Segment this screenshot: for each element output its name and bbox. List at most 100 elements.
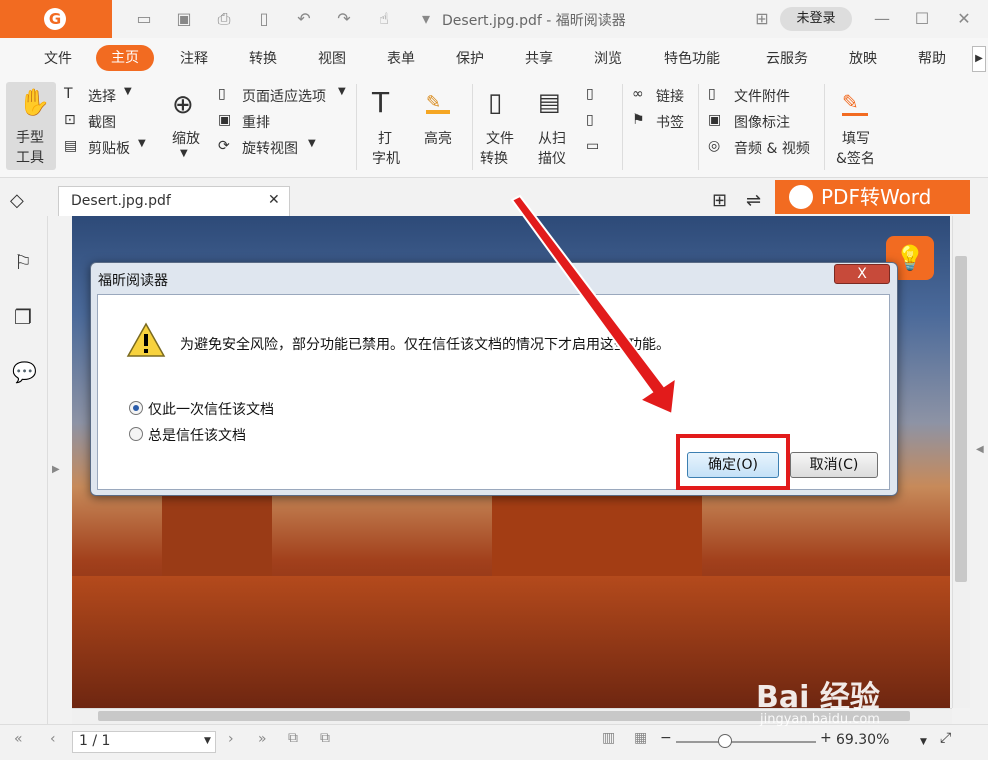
trust-once-radio[interactable] (129, 401, 143, 415)
menu-cloud[interactable]: 云服务 (766, 48, 808, 68)
select-text-icon: T (64, 86, 73, 102)
file-attachment-button[interactable]: 文件附件 (734, 86, 790, 106)
zoom-out-icon[interactable]: − (660, 730, 672, 746)
audio-video-button[interactable]: 音频 & 视频 (734, 138, 810, 158)
zoom-slider-handle[interactable] (718, 734, 732, 748)
trust-always-radio[interactable] (129, 427, 143, 441)
last-page-icon[interactable]: » (258, 731, 267, 747)
baidu-watermark-url: jingyan.baidu.com (760, 712, 880, 727)
more-pages-icon[interactable]: ▭ (586, 138, 599, 154)
maximize-icon[interactable]: ☐ (912, 9, 932, 29)
fill-sign-label-1[interactable]: 填写 (842, 128, 870, 148)
vertical-scroll-thumb[interactable] (955, 256, 967, 582)
cancel-button[interactable]: 取消(C) (790, 452, 878, 478)
menu-share[interactable]: 共享 (525, 48, 553, 68)
next-view-icon[interactable]: ⧉ (320, 730, 330, 746)
clipboard-button[interactable]: 剪贴板 (88, 138, 130, 158)
fullscreen-icon[interactable]: ⤢ (940, 730, 951, 746)
expand-sidebar-icon[interactable]: ▶ (52, 464, 60, 475)
page-dropdown-icon[interactable]: ▼ (204, 736, 211, 746)
menu-browse[interactable]: 浏览 (594, 48, 622, 68)
minimize-icon[interactable]: — (872, 9, 892, 29)
pdf-to-word-label: PDF转Word (821, 185, 932, 209)
image-annotation-button[interactable]: 图像标注 (734, 112, 790, 132)
file-convert-icon: ▯ (488, 88, 503, 118)
typewriter-label-2[interactable]: 字机 (372, 148, 400, 168)
image-annotation-icon: ▣ (708, 112, 722, 128)
clipboard-icon: ▤ (64, 138, 78, 154)
gift-icon[interactable]: ⊞ (752, 9, 772, 29)
pdf-to-word-banner[interactable]: PDF转Word (775, 180, 970, 214)
quick-access-dropdown-icon[interactable]: ▾ (416, 9, 436, 29)
single-page-icon[interactable]: ▥ (602, 730, 615, 746)
menu-comment[interactable]: 注释 (180, 48, 208, 68)
first-page-icon[interactable]: « (14, 731, 23, 747)
close-window-icon[interactable]: ✕ (954, 9, 974, 29)
typewriter-label-1[interactable]: 打 (378, 128, 392, 148)
screenshot-button[interactable]: 截图 (88, 112, 116, 132)
menu-convert[interactable]: 转换 (249, 48, 277, 68)
zoom-in-icon[interactable]: + (820, 730, 832, 746)
fill-sign-label-2[interactable]: &签名 (836, 148, 875, 168)
zoom-dropdown-icon[interactable]: ▼ (920, 737, 927, 747)
new-file-icon[interactable]: ▯ (254, 9, 274, 29)
page-number-input[interactable]: 1 / 1 (72, 731, 216, 753)
scanner-label-1[interactable]: 从扫 (538, 128, 566, 148)
menu-scroll-right-icon[interactable]: ▶ (972, 46, 986, 72)
reflow-button[interactable]: 重排 (242, 112, 270, 132)
zoom-button[interactable]: 缩放 (172, 128, 200, 148)
file-convert-label-1[interactable]: 文件 (486, 128, 514, 148)
menu-slideshow[interactable]: 放映 (849, 48, 877, 68)
hand-dropdown-icon[interactable]: ☝ (374, 9, 394, 29)
zoom-dropdown-icon[interactable]: ▼ (180, 148, 188, 159)
close-tab-icon[interactable]: ✕ (268, 192, 280, 208)
clipboard-dropdown-icon[interactable]: ▼ (138, 138, 146, 149)
fit-options-button[interactable]: 页面适应选项 (242, 86, 326, 106)
rotate-dropdown-icon[interactable]: ▼ (308, 138, 316, 149)
redo-icon[interactable]: ↷ (334, 9, 354, 29)
menu-home[interactable]: 主页 (96, 45, 154, 71)
select-dropdown-icon[interactable]: ▼ (124, 86, 132, 97)
save-icon[interactable]: ▣ (174, 9, 194, 29)
next-page-icon[interactable]: › (228, 731, 234, 747)
right-panel-toggle-icon[interactable]: ◀ (976, 444, 984, 455)
two-page-icon[interactable]: ▦ (634, 730, 647, 746)
menu-help[interactable]: 帮助 (918, 48, 946, 68)
highlight-button[interactable]: 高亮 (424, 128, 452, 148)
menu-features[interactable]: 特色功能 (664, 48, 720, 68)
login-button[interactable]: 未登录 (780, 7, 852, 31)
document-tab[interactable]: Desert.jpg.pdf (58, 186, 290, 216)
add-page-icon[interactable]: ▯ (586, 112, 594, 128)
dialog-close-button[interactable]: X (834, 264, 890, 284)
eraser-icon[interactable]: ◇ (10, 190, 24, 211)
print-icon[interactable]: ⎙ (214, 9, 234, 29)
menu-view[interactable]: 视图 (318, 48, 346, 68)
comments-panel-icon[interactable]: 💬 (12, 360, 37, 384)
menu-protect[interactable]: 保护 (456, 48, 484, 68)
menu-file[interactable]: 文件 (44, 48, 72, 68)
undo-icon[interactable]: ↶ (294, 9, 314, 29)
hand-tool-label-1: 手型 (16, 130, 44, 146)
open-folder-icon[interactable]: ▭ (134, 9, 154, 29)
bookmark-button[interactable]: 书签 (656, 112, 684, 132)
file-convert-label-2[interactable]: 转换 (480, 148, 508, 168)
scanner-label-2[interactable]: 描仪 (538, 148, 566, 168)
clipboard-doc-icon[interactable]: ▯ (586, 86, 594, 102)
app-logo[interactable]: G (0, 0, 112, 38)
select-button[interactable]: 选择 (88, 86, 116, 106)
zoom-level[interactable]: 69.30% (836, 732, 889, 748)
reflow-view-icon[interactable]: ⇌ (746, 190, 761, 211)
fit-options-dropdown-icon[interactable]: ▼ (338, 86, 346, 97)
rotate-view-button[interactable]: 旋转视图 (242, 138, 298, 158)
prev-page-icon[interactable]: ‹ (50, 731, 56, 747)
grid-view-icon[interactable]: ⊞ (712, 190, 727, 211)
trust-always-label[interactable]: 总是信任该文档 (148, 425, 246, 445)
bookmarks-panel-icon[interactable]: ⚐ (14, 250, 32, 274)
trust-once-label[interactable]: 仅此一次信任该文档 (148, 399, 274, 419)
menu-form[interactable]: 表单 (387, 48, 415, 68)
prev-view-icon[interactable]: ⧉ (288, 730, 298, 746)
warning-icon (126, 322, 166, 357)
zoom-slider[interactable] (676, 741, 816, 743)
link-button[interactable]: 链接 (656, 86, 684, 106)
pages-panel-icon[interactable]: ❐ (14, 305, 32, 329)
